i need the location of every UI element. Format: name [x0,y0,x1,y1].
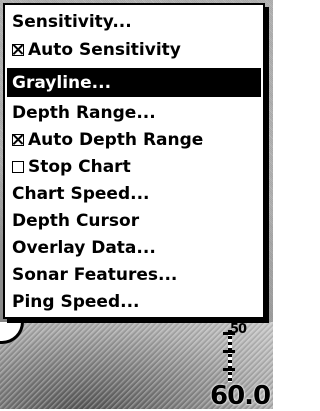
menu-item-label: Grayline... [12,72,112,93]
menu-item-ping-speed[interactable]: Ping Speed... [7,289,261,315]
menu-item-label: Sonar Features... [12,265,178,285]
depth-scale-label: 50 [230,322,247,337]
menu-item-overlay-data[interactable]: Overlay Data... [7,235,261,261]
menu-item-label: Stop Chart [28,157,131,177]
menu-item-label: Depth Range... [12,103,156,123]
menu-item-label: Depth Cursor [12,211,140,231]
menu-item-stop-chart[interactable]: Stop Chart [7,154,261,180]
depth-readout: 60.0 [210,381,271,411]
menu-item-sonar-features[interactable]: Sonar Features... [7,262,261,288]
menu-item-auto-depth-range[interactable]: Auto Depth Range [7,127,261,153]
menu-item-chart-speed[interactable]: Chart Speed... [7,181,261,207]
checkbox-checked-icon[interactable] [12,44,24,56]
depth-scale-tick [223,350,235,353]
menu-item-auto-sensitivity[interactable]: Auto Sensitivity [7,37,261,63]
sonar-menu: Sensitivity... Auto Sensitivity Grayline… [3,3,265,319]
menu-item-depth-cursor[interactable]: Depth Cursor [7,208,261,234]
menu-item-sensitivity[interactable]: Sensitivity... [7,9,261,35]
menu-item-label: Sensitivity... [12,12,132,32]
checkbox-checked-icon[interactable] [12,134,24,146]
menu-item-label: Chart Speed... [12,184,150,204]
menu-item-grayline[interactable]: Grayline... [7,68,261,97]
menu-item-label: Overlay Data... [12,238,156,258]
checkbox-unchecked-icon[interactable] [12,161,24,173]
depth-scale-tick [223,368,235,371]
menu-item-label: Auto Sensitivity [28,40,181,60]
menu-item-depth-range[interactable]: Depth Range... [7,100,261,126]
menu-item-label: Auto Depth Range [28,130,204,150]
menu-item-label: Ping Speed... [12,292,140,312]
depth-scale [228,330,232,382]
